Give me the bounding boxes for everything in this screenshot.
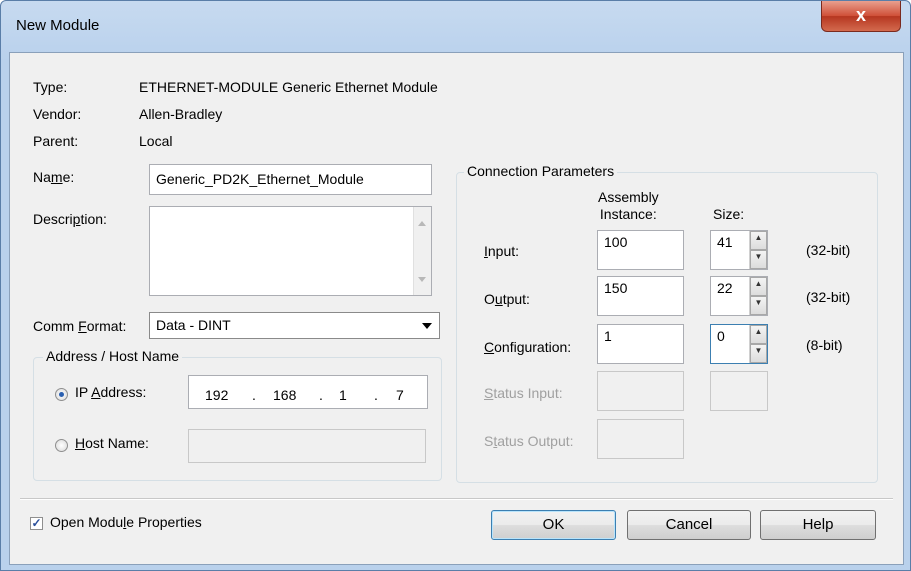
ip-octet[interactable]: 7: [396, 383, 404, 408]
ip-dot: .: [319, 387, 323, 403]
host-name-field[interactable]: [188, 429, 426, 463]
description-scrollbar[interactable]: [413, 207, 431, 295]
output-instance-field[interactable]: 150: [597, 276, 684, 316]
status-output-instance-field[interactable]: [597, 419, 684, 459]
configuration-size-field[interactable]: 0 ▲ ▼: [710, 324, 768, 364]
checkmark-icon: ✓: [31, 516, 42, 530]
new-module-dialog: New Module x Type: ETHERNET-MODULE Gener…: [0, 0, 911, 571]
name-field[interactable]: Generic_PD2K_Ethernet_Module: [149, 164, 432, 195]
status-input-size-field[interactable]: [710, 371, 768, 411]
ip-dot: .: [252, 387, 256, 403]
spin-down-icon[interactable]: ▼: [750, 296, 767, 315]
input-size-stepper[interactable]: ▲ ▼: [749, 231, 767, 269]
spin-up-icon[interactable]: ▲: [750, 231, 767, 250]
status-input-label: Status Input:: [484, 385, 563, 401]
scroll-up-icon[interactable]: [418, 221, 426, 226]
spin-down-icon[interactable]: ▼: [750, 344, 767, 363]
dialog-body: Type: ETHERNET-MODULE Generic Ethernet M…: [9, 52, 904, 565]
ip-octet[interactable]: 1: [339, 383, 347, 408]
title-bar[interactable]: New Module x: [1, 1, 910, 53]
host-name-radio[interactable]: [55, 439, 68, 452]
ip-address-label: IP Address:: [75, 384, 147, 400]
scroll-down-icon[interactable]: [418, 277, 426, 282]
name-label: Name:: [33, 169, 75, 185]
output-size-field[interactable]: 22 ▲ ▼: [710, 276, 768, 316]
close-button[interactable]: x: [821, 1, 901, 32]
output-label: Output:: [484, 291, 530, 307]
open-module-properties-label: Open Module Properties: [50, 514, 202, 530]
cancel-button[interactable]: Cancel: [627, 510, 751, 540]
chevron-down-icon[interactable]: [422, 323, 432, 329]
size-header: Size:: [713, 206, 745, 222]
help-button[interactable]: Help: [760, 510, 876, 540]
spin-up-icon[interactable]: ▲: [750, 325, 767, 344]
ip-octet[interactable]: 192: [205, 383, 228, 408]
description-field[interactable]: [149, 206, 432, 296]
status-input-instance-field[interactable]: [597, 371, 684, 411]
connection-parameters-title: Connection Parameters: [464, 163, 618, 179]
vendor-value: Allen-Bradley: [139, 106, 223, 122]
output-unit: (32-bit): [806, 289, 851, 305]
input-instance-field[interactable]: 100: [597, 230, 684, 270]
parent-value: Local: [139, 133, 173, 149]
open-module-properties-checkbox[interactable]: ✓: [30, 517, 43, 530]
configuration-instance-field[interactable]: 1: [597, 324, 684, 364]
comm-format-select[interactable]: Data - DINT: [149, 312, 440, 339]
spin-up-icon[interactable]: ▲: [750, 277, 767, 296]
configuration-label: Configuration:: [484, 339, 572, 355]
address-group-title: Address / Host Name: [43, 348, 183, 364]
type-label: Type:: [33, 79, 68, 95]
ip-octet[interactable]: 168: [273, 383, 296, 408]
input-size-field[interactable]: 41 ▲ ▼: [710, 230, 768, 270]
close-icon: x: [855, 5, 866, 25]
status-output-label: Status Output:: [484, 433, 574, 449]
ip-address-field[interactable]: 192 . 168 . 1 . 7: [188, 375, 428, 409]
output-size-stepper[interactable]: ▲ ▼: [749, 277, 767, 315]
ip-address-radio[interactable]: [55, 388, 68, 401]
assembly-instance-header: Assembly Instance:: [598, 189, 659, 222]
configuration-size-stepper[interactable]: ▲ ▼: [749, 325, 767, 363]
ip-dot: .: [374, 387, 378, 403]
description-label: Description:: [33, 211, 107, 227]
comm-format-label: Comm Format:: [33, 318, 127, 334]
input-label: Input:: [484, 243, 520, 259]
host-name-label: Host Name:: [75, 435, 149, 451]
vendor-label: Vendor:: [33, 106, 82, 122]
type-value: ETHERNET-MODULE Generic Ethernet Module: [139, 79, 438, 95]
spin-down-icon[interactable]: ▼: [750, 250, 767, 269]
window-title: New Module: [16, 17, 100, 34]
ok-button[interactable]: OK: [491, 510, 616, 540]
footer-divider: [20, 498, 893, 500]
radio-selected-dot: [59, 392, 64, 397]
input-unit: (32-bit): [806, 242, 851, 258]
parent-label: Parent:: [33, 133, 79, 149]
configuration-unit: (8-bit): [806, 337, 843, 353]
